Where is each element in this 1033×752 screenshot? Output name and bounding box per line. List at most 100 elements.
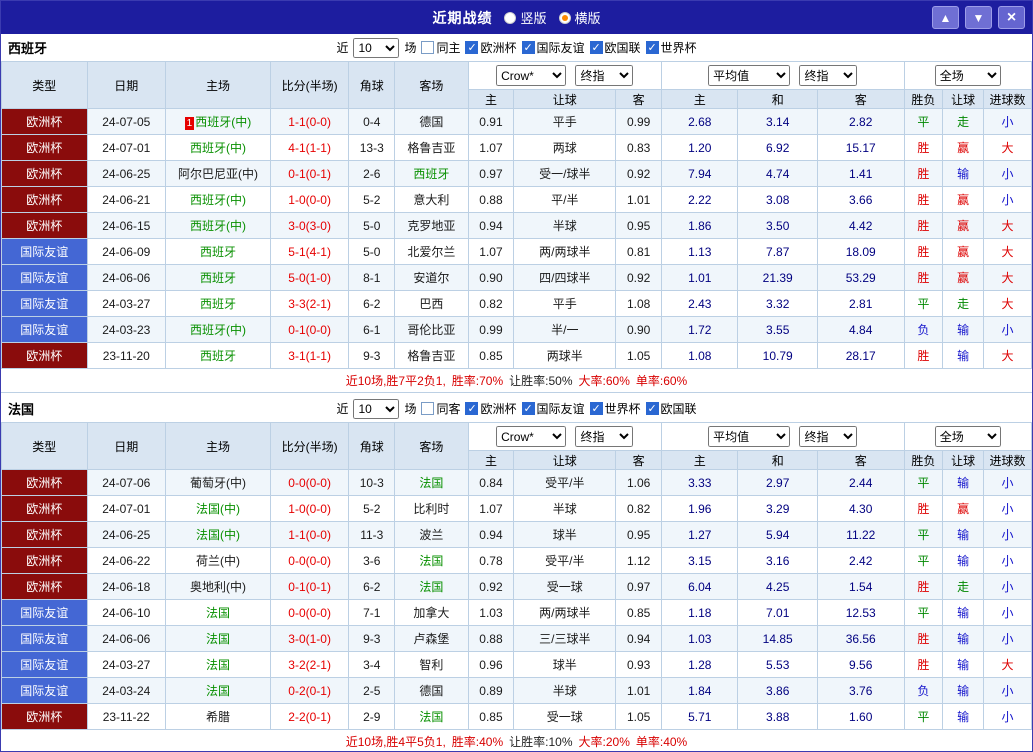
league-checkbox-0[interactable]: 欧洲杯 [465, 39, 517, 56]
home-team[interactable]: 葡萄牙(中) [165, 469, 271, 496]
match-score[interactable]: 3-1(1-1) [269, 342, 350, 369]
home-team[interactable]: 西班牙 [165, 290, 271, 317]
home-team[interactable]: 法国 [165, 599, 271, 626]
match-score[interactable]: 3-0(3-0) [269, 212, 350, 239]
match-score[interactable]: 1-1(0-0) [269, 108, 350, 135]
near-label: 近 [336, 41, 349, 55]
away-team[interactable]: 格鲁吉亚 [394, 342, 469, 369]
away-team[interactable]: 德国 [394, 677, 469, 704]
average-time-select[interactable]: 终指 [799, 426, 858, 447]
match-count-select[interactable]: 10 [353, 37, 400, 58]
odds-company-select[interactable]: Crow* [496, 426, 567, 447]
move-down-button[interactable]: ▼ [965, 6, 992, 29]
result-goals: 大 [982, 290, 1032, 317]
layout-horizontal-option[interactable]: 横版 [558, 8, 601, 27]
match-score[interactable]: 3-0(1-0) [269, 625, 350, 652]
away-team[interactable]: 格鲁吉亚 [394, 134, 469, 161]
same-venue-checkbox[interactable]: 同客 [421, 400, 460, 417]
home-odds: 0.88 [467, 625, 515, 652]
away-odds: 1.05 [615, 342, 663, 369]
home-team[interactable]: 法国 [165, 651, 271, 678]
odds-time-select[interactable]: 终指 [575, 65, 634, 86]
match-score[interactable]: 0-0(0-0) [269, 469, 350, 496]
league-checkbox-1[interactable]: 国际友谊 [521, 39, 585, 56]
away-team[interactable]: 智利 [394, 651, 469, 678]
away-team-name: 法国 [419, 476, 444, 490]
match-score[interactable]: 1-0(0-0) [269, 186, 350, 213]
odds-time-select[interactable]: 终指 [575, 426, 634, 447]
home-team[interactable]: 西班牙(中) [165, 212, 271, 239]
league-checkbox-0[interactable]: 欧洲杯 [465, 400, 517, 417]
home-team[interactable]: 法国 [165, 677, 271, 704]
away-team-name: 加拿大 [413, 606, 450, 620]
away-team[interactable]: 北爱尔兰 [394, 238, 469, 265]
away-team[interactable]: 比利时 [394, 495, 469, 522]
home-team[interactable]: 希腊 [165, 703, 271, 730]
match-score[interactable]: 0-0(0-0) [269, 599, 350, 626]
move-up-button[interactable]: ▲ [932, 6, 959, 29]
match-score[interactable]: 0-1(0-1) [269, 573, 350, 600]
league-checkbox-2[interactable]: 世界杯 [589, 400, 641, 417]
home-team[interactable]: 阿尔巴尼亚(中) [165, 160, 271, 187]
home-team[interactable]: 西班牙 [165, 238, 271, 265]
league-checkbox-3[interactable]: 世界杯 [645, 39, 697, 56]
home-team[interactable]: 西班牙(中) [165, 134, 271, 161]
home-team[interactable]: 1 西班牙(中) [165, 108, 271, 135]
league-checkbox-2[interactable]: 欧国联 [589, 39, 641, 56]
close-button[interactable]: × [998, 6, 1025, 29]
away-team[interactable]: 加拿大 [394, 599, 469, 626]
away-team-name: 法国 [419, 580, 444, 594]
fulltime-select[interactable]: 全场 [934, 426, 1001, 447]
home-team[interactable]: 奥地利(中) [165, 573, 271, 600]
home-team[interactable]: 西班牙 [165, 342, 271, 369]
avg-draw-odds: 3.50 [737, 212, 818, 239]
away-team[interactable]: 法国 [394, 469, 469, 496]
match-score[interactable]: 1-1(0-0) [269, 521, 350, 548]
away-team[interactable]: 法国 [394, 547, 469, 574]
league-checkbox-1[interactable]: 国际友谊 [521, 400, 585, 417]
match-count-select[interactable]: 10 [353, 398, 400, 419]
away-team[interactable]: 克罗地亚 [394, 212, 469, 239]
match-date: 23-11-22 [86, 703, 167, 730]
match-score[interactable]: 0-1(0-0) [269, 316, 350, 343]
home-team[interactable]: 西班牙(中) [165, 316, 271, 343]
match-score[interactable]: 1-0(0-0) [269, 495, 350, 522]
away-team[interactable]: 安道尔 [394, 264, 469, 291]
home-team[interactable]: 法国(中) [165, 521, 271, 548]
match-score[interactable]: 0-1(0-1) [269, 160, 350, 187]
away-team[interactable]: 卢森堡 [394, 625, 469, 652]
match-date: 24-03-23 [86, 316, 167, 343]
match-score[interactable]: 4-1(1-1) [269, 134, 350, 161]
average-time-select[interactable]: 终指 [799, 65, 858, 86]
home-team[interactable]: 西班牙(中) [165, 186, 271, 213]
match-score[interactable]: 3-2(2-1) [269, 651, 350, 678]
away-team[interactable]: 法国 [394, 703, 469, 730]
league-checkbox-3[interactable]: 欧国联 [645, 400, 697, 417]
odds-company-select[interactable]: Crow* [496, 65, 567, 86]
match-score[interactable]: 3-3(2-1) [269, 290, 350, 317]
average-select[interactable]: 平均值 [708, 65, 791, 86]
home-team[interactable]: 法国 [165, 625, 271, 652]
match-score[interactable]: 0-2(0-1) [269, 677, 350, 704]
home-team[interactable]: 荷兰(中) [165, 547, 271, 574]
away-team[interactable]: 西班牙 [394, 160, 469, 187]
home-team[interactable]: 西班牙 [165, 264, 271, 291]
layout-vertical-option[interactable]: 竖版 [504, 8, 547, 27]
away-team[interactable]: 意大利 [394, 186, 469, 213]
average-select[interactable]: 平均值 [708, 426, 791, 447]
same-venue-checkbox[interactable]: 同主 [421, 39, 460, 56]
away-team[interactable]: 哥伦比亚 [394, 316, 469, 343]
away-team[interactable]: 德国 [394, 108, 469, 135]
away-team[interactable]: 波兰 [394, 521, 469, 548]
match-score[interactable]: 5-0(1-0) [269, 264, 350, 291]
match-score[interactable]: 2-2(0-1) [269, 703, 350, 730]
match-score[interactable]: 5-1(4-1) [269, 238, 350, 265]
home-team-name: 法国(中) [195, 528, 240, 542]
fulltime-select[interactable]: 全场 [934, 65, 1001, 86]
away-team[interactable]: 巴西 [394, 290, 469, 317]
match-type: 国际友谊 [1, 599, 88, 626]
match-score[interactable]: 0-0(0-0) [269, 547, 350, 574]
league-label: 国际友谊 [536, 402, 585, 416]
away-team[interactable]: 法国 [394, 573, 469, 600]
home-team[interactable]: 法国(中) [165, 495, 271, 522]
